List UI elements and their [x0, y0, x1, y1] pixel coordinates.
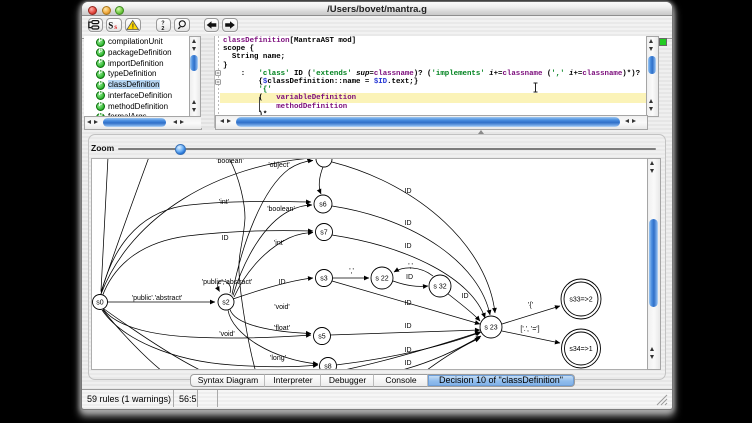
svg-text:ID: ID [404, 323, 411, 330]
svg-text:ID: ID [461, 293, 468, 300]
svg-text:!: ! [132, 24, 134, 31]
svg-text:ID: ID [404, 347, 411, 354]
svg-text:',': ',' [349, 268, 354, 275]
svg-text:'boolean': 'boolean' [216, 159, 244, 165]
svg-text:ID: ID [221, 235, 228, 242]
svg-text:ID: ID [404, 360, 411, 367]
svg-text:ID: ID [404, 220, 411, 227]
svg-text:['.', '=']: ['.', '='] [520, 326, 539, 333]
svg-text:ID: ID [404, 243, 411, 250]
svg-text:s 23: s 23 [484, 325, 497, 332]
svg-text:s: s [114, 22, 117, 31]
svg-text:s7: s7 [320, 230, 328, 237]
svg-text:S: S [108, 21, 113, 31]
svg-text:'long': 'long' [270, 355, 286, 362]
svg-text:ID: ID [406, 274, 413, 281]
svg-text:'void': 'void' [219, 331, 235, 338]
svg-text:'boolean': 'boolean' [267, 206, 295, 213]
svg-text:'int': 'int' [218, 199, 228, 206]
svg-text:'object': 'object' [268, 162, 289, 169]
svg-text:'void': 'void' [274, 304, 290, 311]
svg-text:s8: s8 [324, 364, 332, 370]
svg-text:2: 2 [161, 26, 164, 32]
svg-text:s34=>1: s34=>1 [569, 346, 592, 353]
svg-text:s33=>2: s33=>2 [569, 297, 592, 304]
svg-text:ID: ID [404, 300, 411, 307]
svg-text:'{': '{' [527, 302, 532, 309]
svg-text:'public','abstract': 'public','abstract' [201, 279, 251, 286]
svg-text:s5: s5 [318, 334, 326, 341]
svg-text:s2: s2 [222, 300, 230, 307]
svg-text:s3: s3 [320, 276, 328, 283]
svg-text:',': ',' [408, 263, 413, 270]
svg-text:s 22: s 22 [375, 276, 388, 283]
svg-text:s0: s0 [96, 300, 104, 307]
svg-text:'float': 'float' [274, 325, 290, 332]
svg-text:s 32: s 32 [433, 284, 446, 291]
svg-text:'public'.'abstract': 'public'.'abstract' [131, 295, 181, 302]
svg-text:ID: ID [404, 188, 411, 195]
svg-text:'int': 'int' [273, 240, 283, 247]
svg-text:ID: ID [278, 279, 285, 286]
svg-text:s6: s6 [319, 202, 327, 209]
